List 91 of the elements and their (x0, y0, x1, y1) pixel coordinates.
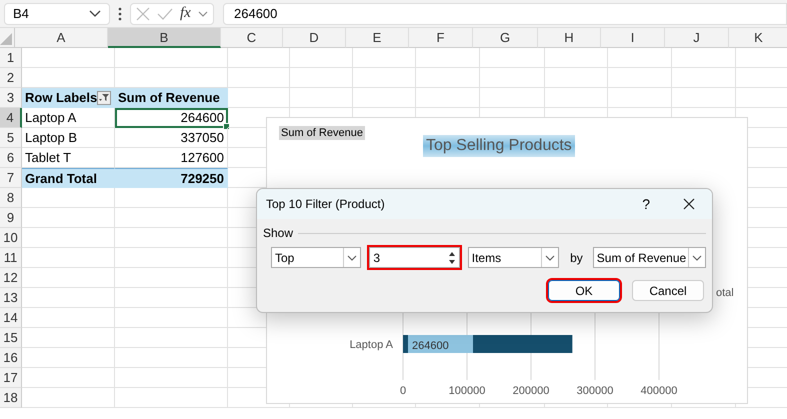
cell-text: Tablet T (25, 149, 72, 167)
chevron-icon (692, 254, 702, 260)
name-box[interactable]: B4 (4, 2, 110, 24)
axis-label: 200000 (512, 385, 550, 397)
row-header[interactable]: 8 (0, 188, 22, 208)
chevron-icon (545, 254, 556, 260)
cell-text: Laptop B (25, 129, 78, 147)
row-header[interactable]: 1 (0, 48, 22, 68)
cell-text: Laptop A (25, 109, 76, 127)
table-cell (608, 48, 672, 68)
cell-text: Grand Total (25, 170, 97, 188)
axis-label: 100000 (448, 385, 486, 397)
column-header[interactable]: J (665, 28, 729, 48)
chart-title: Top Selling Products (422, 135, 575, 157)
axis-label: 300000 (576, 385, 614, 397)
row-header[interactable]: 7 (0, 168, 22, 188)
table-cell (672, 68, 736, 88)
chevron-icon (89, 10, 101, 18)
row-header[interactable]: 4 (0, 108, 22, 128)
cell-text: Row Labels (25, 89, 98, 107)
column-header[interactable]: B (108, 28, 221, 48)
cell-text: 337050 (180, 129, 224, 147)
legend-text: otal (716, 287, 734, 299)
row-header[interactable]: 9 (0, 208, 22, 228)
table-cell (672, 48, 736, 68)
table-cell (416, 48, 480, 68)
table-cell (228, 48, 290, 68)
chevron-icon (198, 10, 208, 16)
table-cell (228, 68, 290, 88)
formula-input[interactable]: 264600 (223, 2, 787, 24)
table-cell (228, 88, 290, 108)
data-label: 264600 (408, 335, 473, 353)
column-header[interactable]: A (15, 28, 108, 48)
row-header[interactable]: 17 (0, 368, 22, 388)
dialog-title: Top 10 Filter (Product) (266, 197, 386, 211)
cell-text: 264600 (180, 109, 224, 127)
triangle-icon (0, 33, 12, 45)
table-cell (480, 68, 545, 88)
cell-text: 127600 (180, 149, 224, 167)
column-header[interactable]: I (601, 28, 665, 48)
cancel-button[interactable]: Cancel (632, 280, 704, 301)
cell-text: 729250 (180, 170, 224, 188)
table-cell (416, 68, 480, 88)
more-icon[interactable] (118, 6, 122, 20)
table-cell (545, 68, 608, 88)
table-cell (608, 68, 672, 88)
chevron-icon (347, 254, 358, 260)
check-icon[interactable] (157, 8, 173, 20)
row-header[interactable]: 5 (0, 128, 22, 148)
table-cell (353, 68, 416, 88)
cell-text: Sum of Revenue (118, 89, 220, 107)
column-header[interactable]: C (221, 28, 283, 48)
row-header[interactable]: 6 (0, 148, 22, 168)
field-dropdown[interactable]: Sum of Revenue (592, 247, 706, 268)
table-cell (480, 48, 545, 68)
axis-label: 0 (400, 385, 406, 397)
axis-label: 400000 (640, 385, 678, 397)
row-header[interactable]: 3 (0, 88, 22, 108)
close-icon[interactable] (683, 198, 695, 210)
unit-dropdown[interactable]: Items (468, 247, 560, 268)
row-header[interactable]: 13 (0, 288, 22, 308)
row-header[interactable]: 18 (0, 388, 22, 408)
row-header[interactable]: 15 (0, 328, 22, 348)
row-header[interactable]: 10 (0, 228, 22, 248)
data-label: 264600 (412, 340, 449, 352)
table-cell (353, 48, 416, 68)
table-cell (290, 48, 353, 68)
row-header[interactable]: 12 (0, 268, 22, 288)
ok-button[interactable]: OK (548, 280, 620, 301)
group-label: Show (263, 226, 294, 240)
column-header[interactable]: K (729, 28, 787, 48)
filter-button[interactable] (97, 90, 111, 104)
row-header[interactable]: 14 (0, 308, 22, 328)
column-header[interactable]: G (473, 28, 538, 48)
column-header[interactable]: F (409, 28, 473, 48)
field-button[interactable]: Sum of Revenue (279, 126, 365, 140)
help-button[interactable]: ? (642, 196, 650, 212)
insert-function-button[interactable]: fx (180, 5, 191, 22)
column-header[interactable]: D (283, 28, 346, 48)
spin-arrows-icon[interactable] (448, 250, 456, 264)
table-cell (290, 68, 353, 88)
column-header[interactable]: E (346, 28, 409, 48)
category-label: Laptop A (350, 339, 393, 351)
row-header[interactable]: 11 (0, 248, 22, 268)
show-dropdown[interactable]: Top (271, 247, 362, 268)
row-header[interactable]: 16 (0, 348, 22, 368)
column-header[interactable]: H (538, 28, 601, 48)
by-label: by (570, 250, 583, 264)
table-cell (545, 48, 608, 68)
row-header[interactable]: 2 (0, 68, 22, 88)
count-spinner[interactable]: 3 (369, 247, 460, 268)
